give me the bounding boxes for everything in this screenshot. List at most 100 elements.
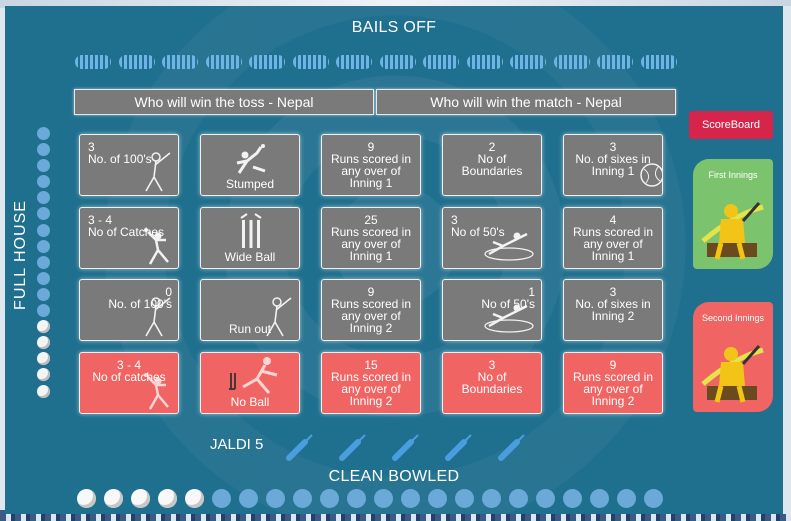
- bail-icon: [510, 55, 547, 69]
- cell-text: 15 Runs scored in any over of Inning 2: [322, 359, 420, 407]
- cell-label: No. of 100's: [108, 297, 172, 311]
- clean-bowled-ball: [536, 489, 555, 508]
- cell-text: 3 - 4 No of catches: [80, 359, 178, 383]
- match-prediction[interactable]: Who will win the match - Nepal: [376, 89, 676, 115]
- full-house-ball: [37, 223, 50, 237]
- cell-value: 3 - 4: [88, 212, 113, 227]
- cell-label: No Ball: [230, 394, 270, 409]
- cricket-bat-icon: [392, 434, 419, 461]
- cell-value: 4: [609, 212, 617, 227]
- bail-icon: [379, 55, 416, 69]
- full-house-ball: [37, 127, 50, 140]
- ticket-cell[interactable]: 3 No. of sixes in Inning 1: [563, 134, 663, 196]
- clean-bowled-ball: [212, 489, 231, 508]
- full-house-balls: [37, 127, 51, 398]
- cell-text: 25 Runs scored in any over of Inning 1: [322, 214, 420, 262]
- clean-bowled-ball: [509, 489, 528, 508]
- full-house-ball: [37, 352, 50, 366]
- first-innings-card[interactable]: First Innings: [693, 159, 773, 269]
- clean-bowled-ball: [185, 489, 204, 508]
- ticket-cell[interactable]: Wide Ball: [200, 206, 300, 269]
- full-house-ball: [37, 287, 50, 301]
- clean-bowled-ball: [347, 489, 366, 508]
- ticket-cell[interactable]: 25 Runs scored in any over of Inning 1: [321, 206, 421, 269]
- second-innings-label: Second Innings: [701, 313, 765, 323]
- ticket-cell[interactable]: 15 Runs scored in any over of Inning 2: [321, 351, 421, 414]
- cell-text: 1 No of 50's: [443, 286, 541, 310]
- clean-bowled-ball: [563, 489, 582, 508]
- cell-value: 15: [364, 357, 378, 372]
- clean-bowled-ball: [104, 489, 123, 508]
- ticket-cell[interactable]: 2 No of Boundaries: [442, 134, 542, 196]
- cell-label: Runs scored in any over of Inning 2: [572, 369, 654, 408]
- cell-text: 3 No. of sixes in Inning 2: [564, 286, 662, 322]
- full-house-label: FULL HOUSE: [12, 200, 29, 310]
- full-house-ball: [37, 191, 50, 205]
- cricket-bat-icon: [445, 434, 472, 461]
- cell-text: 2 No of Boundaries: [443, 141, 541, 177]
- ticket-cell[interactable]: No Ball: [200, 351, 300, 414]
- cell-label: No of 50's: [481, 297, 535, 311]
- cell-value: 3 - 4: [116, 357, 141, 372]
- cell-text: 4 Runs scored in any over of Inning 1: [564, 214, 662, 262]
- cell-label: Stumped: [225, 177, 275, 191]
- cell-label: No. of 100's: [88, 152, 152, 166]
- toss-prediction[interactable]: Who will win the toss - Nepal: [74, 89, 374, 115]
- full-house-ball: [37, 320, 50, 334]
- cell-text: 9 Runs scored in any over of Inning 1: [322, 141, 420, 189]
- cell-value: 25: [364, 212, 378, 227]
- clean-bowled-balls: [77, 489, 663, 508]
- cell-label: Runs scored in any over of Inning 1: [330, 152, 412, 190]
- full-house-ball: [37, 255, 50, 269]
- ticket-cell[interactable]: 1 No of 50's: [442, 279, 542, 341]
- clean-bowled-ball: [266, 489, 285, 508]
- cricket-bat-icon: [339, 434, 366, 461]
- cell-label: No. of sixes in Inning 2: [575, 297, 651, 323]
- bail-icon: [249, 55, 286, 69]
- cell-text: 3 No of Boundaries: [443, 359, 541, 395]
- clean-bowled-ball: [617, 489, 636, 508]
- ticket-cell[interactable]: 0 No. of 100's: [79, 279, 179, 341]
- full-house-ball: [37, 207, 50, 221]
- ticket-cell[interactable]: 3 - 4 No of catches: [79, 351, 179, 414]
- second-innings-card[interactable]: Second Innings: [693, 302, 773, 412]
- clean-bowled-ball: [428, 489, 447, 508]
- batsman-celebrating-icon: [701, 345, 764, 403]
- full-house-ball: [37, 175, 50, 189]
- cell-label: No of Boundaries: [461, 152, 523, 178]
- ticket-cell[interactable]: 9 Runs scored in any over of Inning 2: [321, 279, 421, 341]
- cell-text: 9 Runs scored in any over of Inning 2: [322, 286, 420, 334]
- tambola-board: BAILS OFF Who will win the toss - Nepal …: [5, 6, 783, 514]
- stadium-background-right: [783, 6, 791, 514]
- ticket-grid: 3 No. of 100's Stumped 9 Runs scored in any …: [79, 134, 663, 414]
- bails-off-title: BAILS OFF: [351, 19, 437, 36]
- jaldi-5-label: JALDI 5: [210, 436, 264, 453]
- cell-value: 9: [609, 357, 617, 372]
- full-house-ball: [37, 336, 50, 350]
- ticket-cell[interactable]: 3 No of Boundaries: [442, 351, 542, 414]
- ticket-cell[interactable]: 3 No. of 100's: [79, 134, 179, 196]
- ticket-cell[interactable]: 3 No. of sixes in Inning 2: [563, 279, 663, 341]
- clean-bowled-ball: [239, 489, 258, 508]
- ticket-cell[interactable]: 3 - 4 No of Catches: [79, 206, 179, 269]
- bail-icon: [75, 55, 111, 69]
- clean-bowled-ball: [131, 489, 150, 508]
- full-house-ball: [37, 159, 50, 173]
- scoreboard-button[interactable]: ScoreBoard: [689, 111, 773, 139]
- cell-text: 0 No. of 100's: [80, 286, 178, 310]
- ticket-cell[interactable]: Stumped: [200, 134, 300, 196]
- ticket-cell[interactable]: 4 Runs scored in any over of Inning 1: [563, 206, 663, 269]
- full-house-ball: [37, 271, 50, 285]
- wickets-icon: [240, 212, 262, 248]
- ticket-cell[interactable]: 3 No of 50's: [442, 206, 542, 269]
- ticket-cell[interactable]: 9 Runs scored in any over of Inning 2: [563, 351, 663, 414]
- cell-text: 3 No of 50's: [448, 214, 541, 239]
- diving-fielder-icon: [236, 144, 266, 174]
- ticket-cell[interactable]: Run out: [200, 279, 300, 341]
- cell-label: No of 50's: [451, 224, 505, 239]
- bail-icon: [553, 55, 590, 69]
- cell-label: No. of sixes in Inning 1: [575, 152, 651, 178]
- bail-icon: [640, 55, 677, 69]
- ticket-cell[interactable]: 9 Runs scored in any over of Inning 1: [321, 134, 421, 196]
- full-house-ball: [37, 239, 50, 253]
